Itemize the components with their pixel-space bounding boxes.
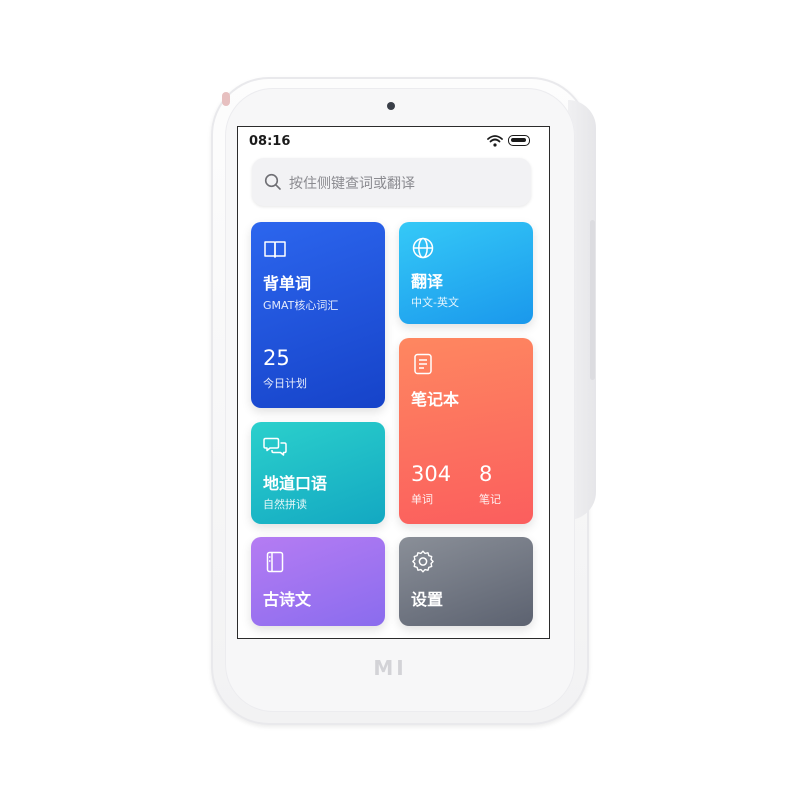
card-classical-poetry-title: 古诗文 — [263, 590, 312, 609]
card-translate-title: 翻译 — [411, 272, 444, 291]
card-spoken-english-title: 地道口语 — [263, 474, 328, 493]
card-settings[interactable]: 设置 — [399, 537, 533, 626]
side-key[interactable] — [590, 220, 595, 380]
card-vocabulary-title: 背单词 — [263, 274, 312, 293]
chat-bubbles-icon — [263, 437, 287, 456]
book-icon — [264, 241, 286, 258]
notes-label: 笔记 — [479, 493, 501, 506]
gear-icon — [412, 550, 434, 573]
card-notebook-title: 笔记本 — [411, 390, 460, 409]
search-icon — [264, 173, 281, 190]
words-label: 单词 — [411, 493, 433, 506]
card-translate-subtitle: 中文-英文 — [411, 296, 459, 309]
brand-logo-text: MI — [373, 656, 407, 680]
notebook-icon — [414, 353, 432, 375]
card-vocabulary-subtitle: GMAT核心词汇 — [263, 299, 339, 312]
front-camera — [387, 102, 395, 110]
wifi-icon — [487, 135, 503, 147]
globe-icon — [412, 237, 434, 259]
card-translate[interactable]: 翻译 中文-英文 — [399, 222, 533, 324]
card-notebook[interactable]: 笔记本 304 单词 8 笔记 — [399, 338, 533, 524]
status-time: 08:16 — [249, 134, 291, 149]
card-spoken-english-subtitle: 自然拼读 — [263, 498, 307, 511]
indicator-light — [222, 92, 230, 106]
card-vocabulary[interactable]: 背单词 GMAT核心词汇 25 今日计划 — [251, 222, 385, 408]
battery-icon — [508, 135, 530, 146]
status-bar: 08:16 — [238, 127, 549, 155]
card-classical-poetry[interactable]: 古诗文 — [251, 537, 385, 626]
notes-count: 8 — [479, 462, 493, 486]
daily-plan-label: 今日计划 — [263, 377, 307, 390]
search-bar[interactable]: 按住侧键查词或翻译 — [252, 158, 531, 206]
device-screen: 08:16 按住侧键查词或翻译 背单词 GMAT核心词汇 25 今日计划 翻译 … — [237, 126, 550, 639]
scroll-book-icon — [266, 551, 284, 573]
search-placeholder: 按住侧键查词或翻译 — [289, 176, 415, 192]
brand-logo: MI — [370, 655, 410, 681]
daily-plan-count: 25 — [263, 346, 290, 370]
product-photo: MI 08:16 按住侧键查词或翻译 背单词 GMAT核心词汇 25 今日计划 … — [0, 0, 800, 800]
card-spoken-english[interactable]: 地道口语 自然拼读 — [251, 422, 385, 524]
words-count: 304 — [411, 462, 452, 486]
card-settings-title: 设置 — [411, 590, 444, 609]
